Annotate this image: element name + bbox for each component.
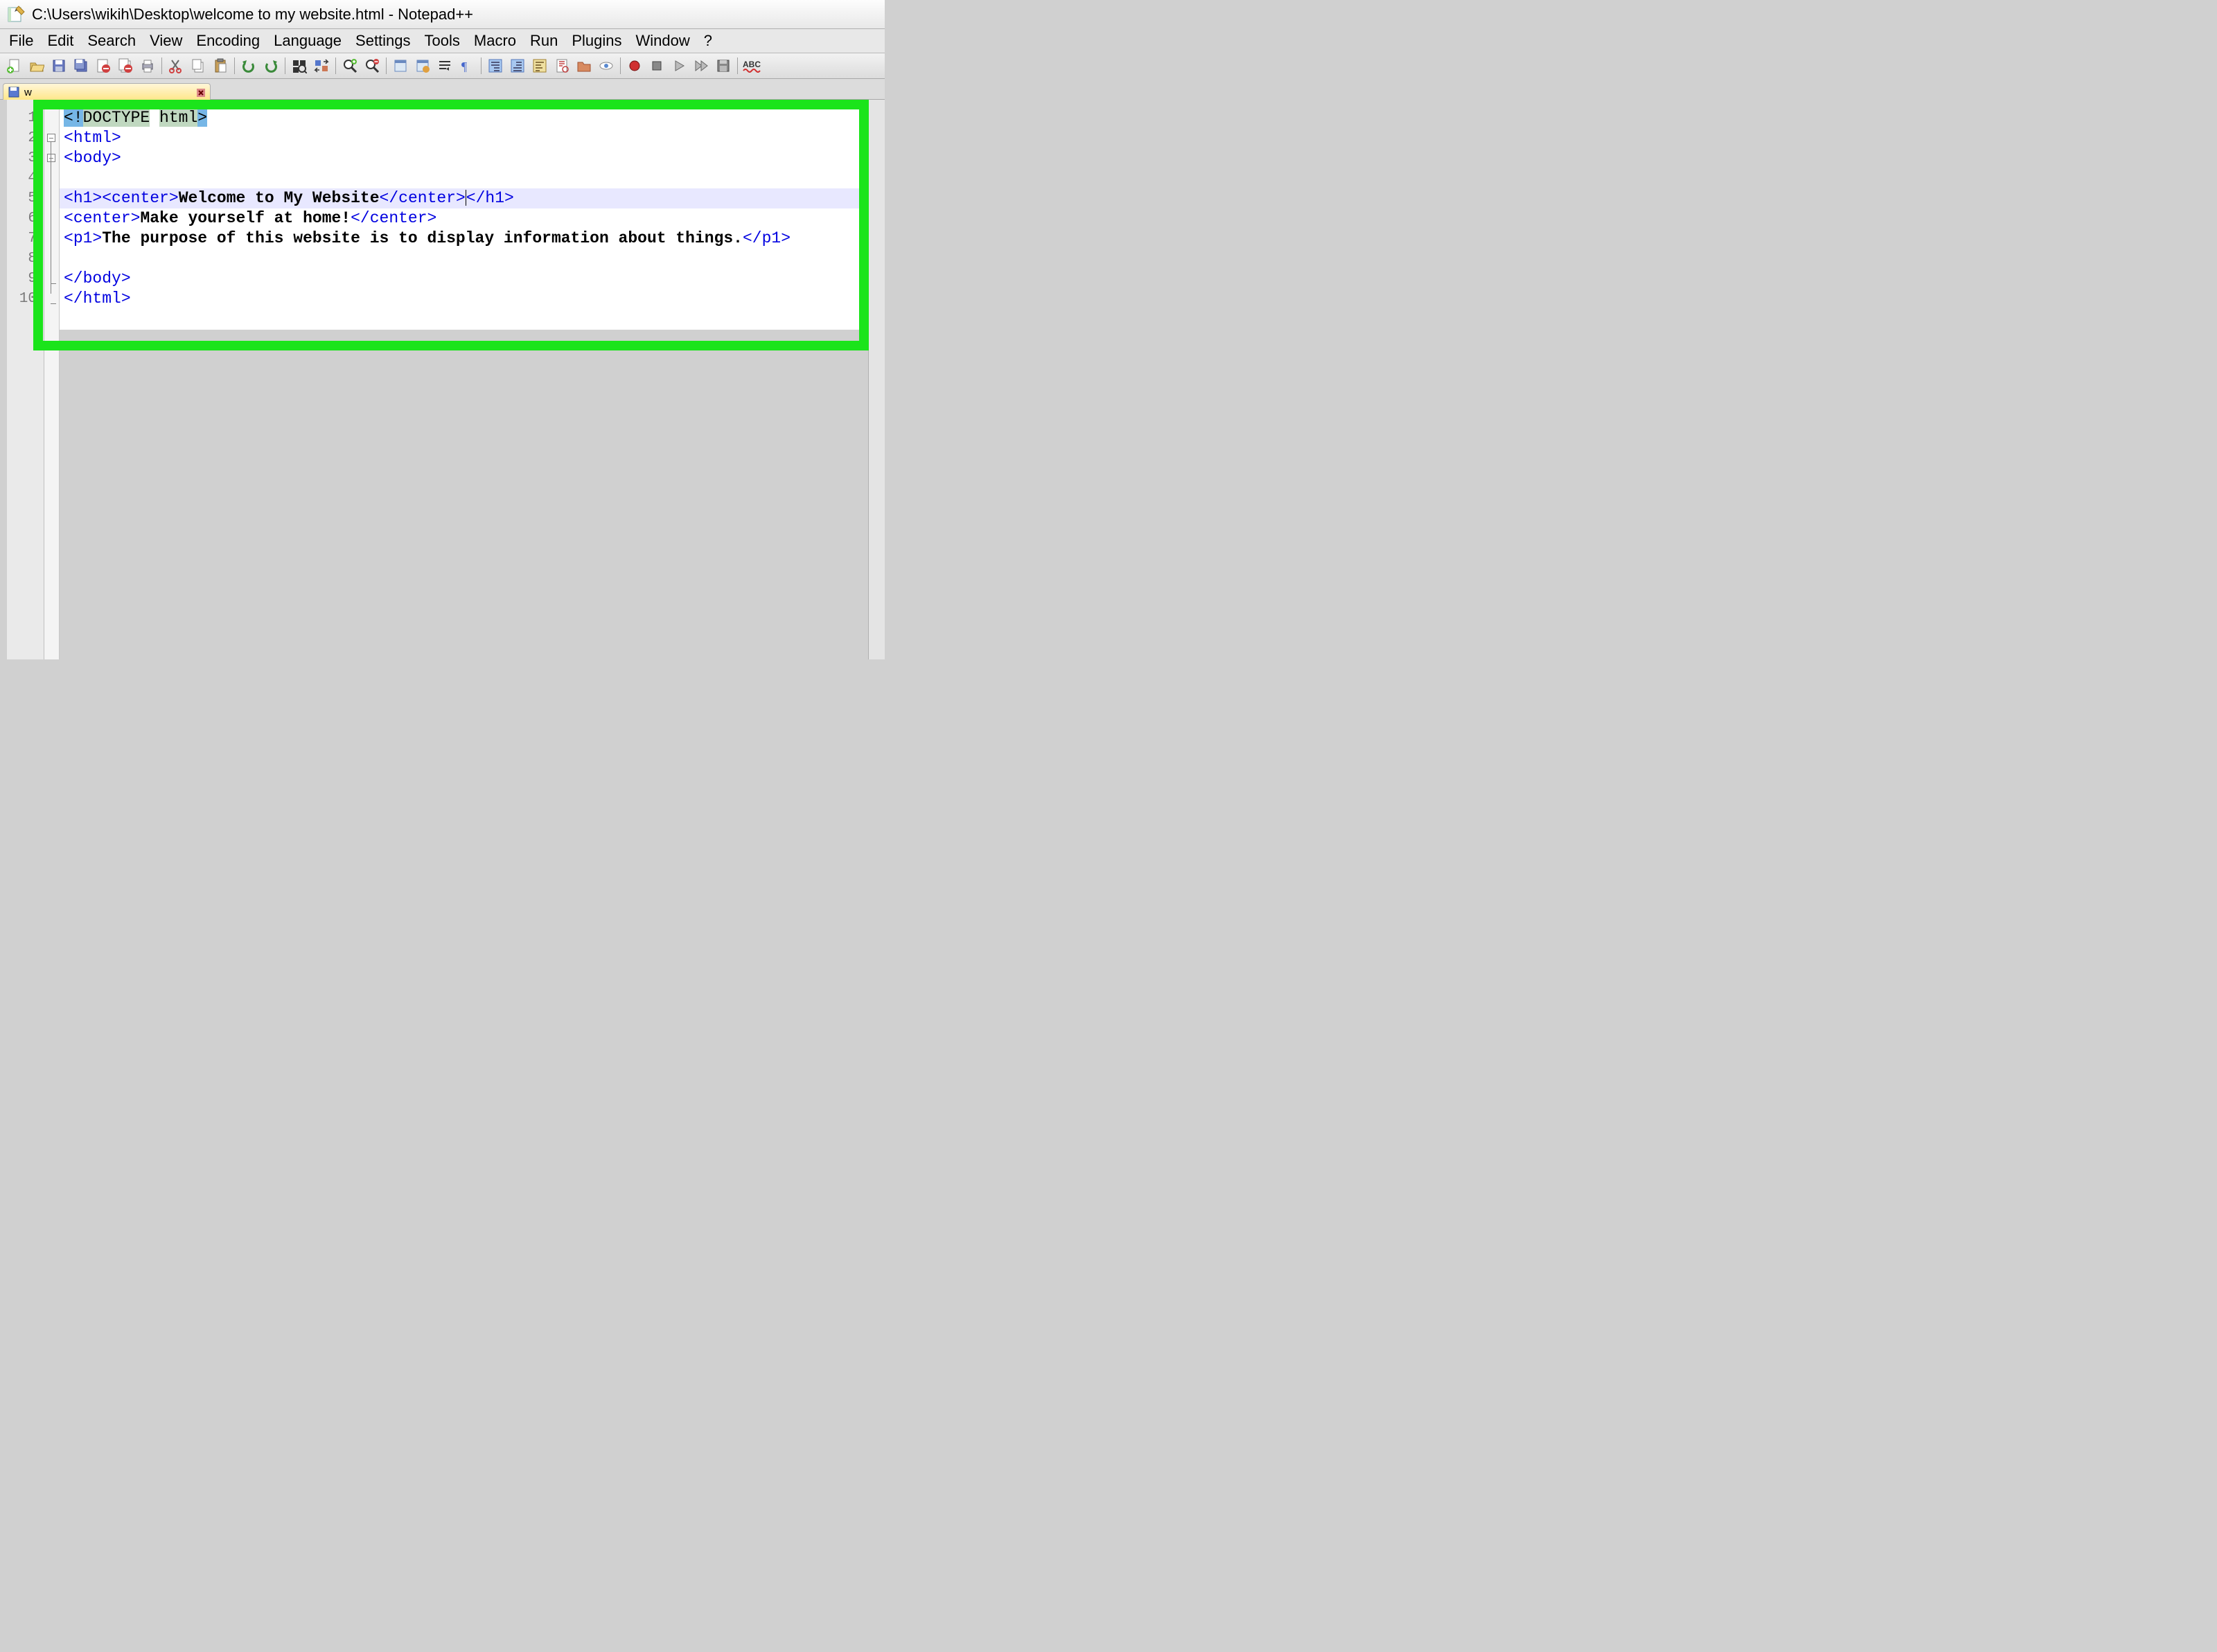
code-line: <!DOCTYPE html> <box>60 108 868 128</box>
vertical-scrollbar[interactable] <box>868 100 885 659</box>
app-window: C:\Users\wikih\Desktop\welcome to my web… <box>0 0 885 659</box>
zoom-out-icon[interactable] <box>362 55 382 76</box>
menu-search[interactable]: Search <box>81 30 142 51</box>
save-indicator-icon <box>8 86 20 98</box>
close-all-icon[interactable] <box>115 55 136 76</box>
line-number: 8 <box>7 249 44 269</box>
menu-encoding[interactable]: Encoding <box>190 30 266 51</box>
tab-label: w <box>24 87 32 98</box>
menu-window[interactable]: Window <box>630 30 696 51</box>
copy-icon[interactable] <box>188 55 209 76</box>
record-macro-icon[interactable] <box>624 55 645 76</box>
menu-language[interactable]: Language <box>267 30 348 51</box>
menu-tools[interactable]: Tools <box>418 30 466 51</box>
fold-box-icon[interactable] <box>47 134 55 142</box>
wrap-icon[interactable] <box>434 55 455 76</box>
menu-view[interactable]: View <box>143 30 188 51</box>
play-macro-icon[interactable] <box>669 55 689 76</box>
sync-v-icon[interactable] <box>390 55 411 76</box>
line-number-gutter: 1 2 3 4 5 6 7 8 9 10 <box>7 100 44 659</box>
line-number: 10 <box>7 289 44 309</box>
play-multi-icon[interactable] <box>691 55 712 76</box>
close-icon[interactable] <box>93 55 114 76</box>
redo-icon[interactable] <box>260 55 281 76</box>
sync-h-icon[interactable] <box>412 55 433 76</box>
tab-close-icon[interactable] <box>195 87 207 99</box>
undo-icon[interactable] <box>238 55 259 76</box>
stop-macro-icon[interactable] <box>646 55 667 76</box>
monitor-icon[interactable] <box>596 55 617 76</box>
app-icon <box>6 4 26 25</box>
code-line <box>60 168 868 188</box>
line-number: 1 <box>7 108 44 128</box>
open-file-icon[interactable] <box>26 55 47 76</box>
menu-run[interactable]: Run <box>524 30 564 51</box>
code-line: <center>Make yourself at home!</center> <box>60 208 868 229</box>
document-tab[interactable]: w <box>3 83 211 100</box>
fold-column <box>44 100 60 659</box>
code-line: <p1>The purpose of this website is to di… <box>60 229 868 249</box>
menu-bar: File Edit Search View Encoding Language … <box>0 29 885 53</box>
line-number: 7 <box>7 229 44 249</box>
save-macro-icon[interactable] <box>713 55 734 76</box>
workspace: 1 2 3 4 5 6 7 8 9 10 <box>0 100 885 659</box>
menu-file[interactable]: File <box>3 30 39 51</box>
title-bar: C:\Users\wikih\Desktop\welcome to my web… <box>0 0 885 29</box>
save-icon[interactable] <box>48 55 69 76</box>
save-all-icon[interactable] <box>71 55 91 76</box>
line-number: 3 <box>7 148 44 168</box>
indent-icon[interactable] <box>485 55 506 76</box>
code-line: <html> <box>60 128 868 148</box>
line-number: 9 <box>7 269 44 289</box>
replace-icon[interactable] <box>311 55 332 76</box>
code-editor[interactable]: <!DOCTYPE html> <html> <body> <h1><cente… <box>60 100 868 659</box>
show-all-icon[interactable]: ¶ <box>457 55 477 76</box>
menu-edit[interactable]: Edit <box>41 30 80 51</box>
menu-settings[interactable]: Settings <box>349 30 417 51</box>
code-line <box>60 249 868 269</box>
function-list-icon[interactable] <box>529 55 550 76</box>
doc-map-icon[interactable] <box>551 55 572 76</box>
code-line-current: <h1><center>Welcome to My Website</cente… <box>60 188 868 208</box>
find-icon[interactable] <box>289 55 310 76</box>
new-file-icon[interactable] <box>4 55 25 76</box>
code-line: </html> <box>60 289 868 309</box>
line-number: 2 <box>7 128 44 148</box>
spellcheck-icon[interactable]: ABC <box>741 55 762 76</box>
svg-text:¶: ¶ <box>461 60 467 73</box>
zoom-in-icon[interactable] <box>339 55 360 76</box>
paste-icon[interactable] <box>210 55 231 76</box>
outdent-icon[interactable] <box>507 55 528 76</box>
menu-macro[interactable]: Macro <box>468 30 522 51</box>
tab-bar: w <box>0 79 885 100</box>
line-number: 5 <box>7 188 44 208</box>
menu-help[interactable]: ? <box>698 30 718 51</box>
toolbar: ¶ ABC <box>0 53 885 79</box>
code-line: </body> <box>60 269 868 289</box>
cut-icon[interactable] <box>166 55 186 76</box>
line-number: 6 <box>7 208 44 229</box>
fold-box-icon[interactable] <box>47 154 55 162</box>
svg-text:ABC: ABC <box>743 60 761 69</box>
folder-icon[interactable] <box>574 55 594 76</box>
line-number: 4 <box>7 168 44 188</box>
editor-area: 1 2 3 4 5 6 7 8 9 10 <box>7 100 868 659</box>
print-icon[interactable] <box>137 55 158 76</box>
window-title: C:\Users\wikih\Desktop\welcome to my web… <box>32 6 473 24</box>
menu-plugins[interactable]: Plugins <box>565 30 628 51</box>
code-line: <body> <box>60 148 868 168</box>
